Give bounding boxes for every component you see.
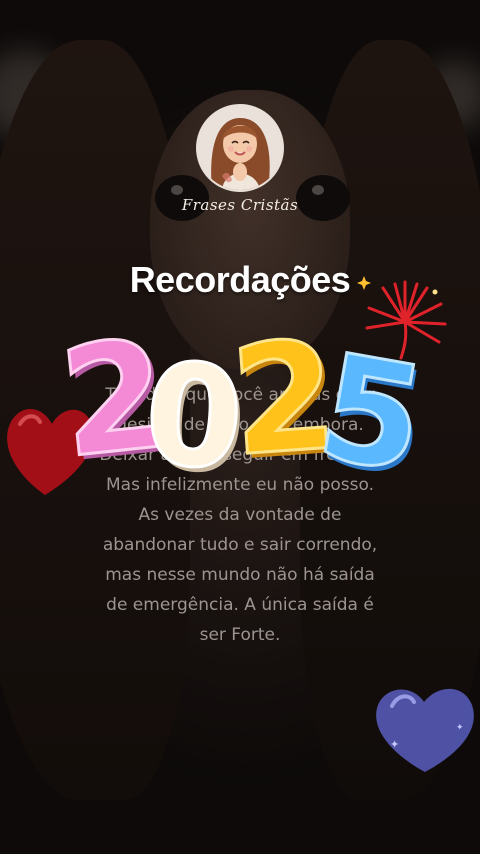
- video-frame: Frases Cristãs Recordações Tem dias que …: [0, 0, 480, 854]
- sticker-layer: ✦ ✦ 2 2 0 0 2 2 5 5: [7, 276, 474, 772]
- blue-heart-icon: ✦ ✦: [376, 688, 474, 772]
- year-2025-balloon-text: 2 2 0 0 2 2 5 5: [52, 306, 439, 512]
- svg-text:✦: ✦: [390, 738, 399, 751]
- sparkle-icon: [357, 276, 371, 290]
- svg-text:✦: ✦: [456, 723, 464, 733]
